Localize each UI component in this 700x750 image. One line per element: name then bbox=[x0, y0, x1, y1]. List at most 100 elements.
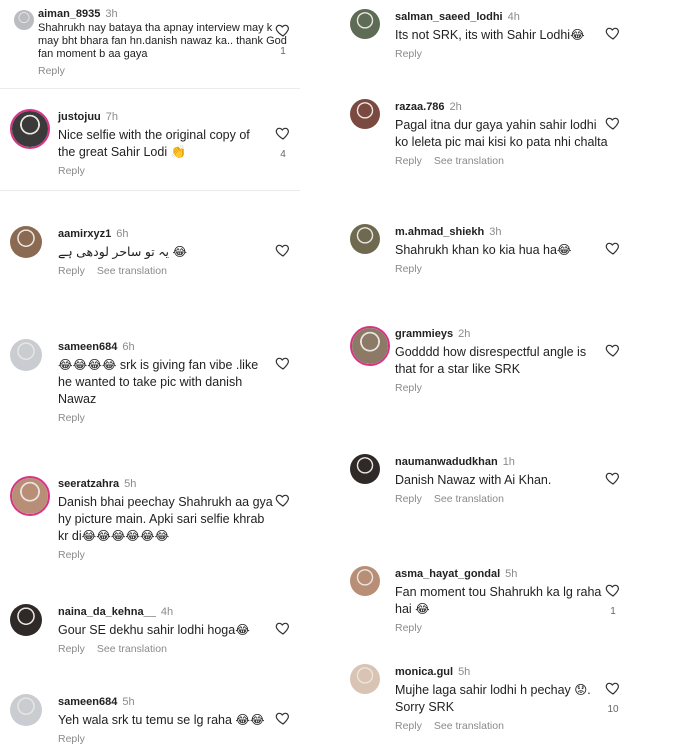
comment-time: 5h bbox=[124, 478, 137, 490]
like-heart-icon[interactable] bbox=[275, 22, 291, 38]
avatar[interactable] bbox=[350, 454, 380, 484]
username-text[interactable]: razaa.786 bbox=[395, 101, 445, 113]
comment-username[interactable]: grammieys 2h bbox=[395, 328, 470, 340]
comment-time: 5h bbox=[458, 666, 471, 678]
see-translation-button[interactable]: See translation bbox=[97, 265, 167, 277]
avatar[interactable] bbox=[350, 566, 380, 596]
reply-button[interactable]: Reply bbox=[395, 493, 422, 505]
avatar-image bbox=[10, 339, 42, 371]
avatar[interactable] bbox=[10, 109, 50, 149]
comment-username[interactable]: m.ahmad_shiekh 3h bbox=[395, 226, 502, 238]
comment-username[interactable]: salman_saeed_lodhi 4h bbox=[395, 11, 520, 23]
comment-actions: Reply See translation bbox=[395, 493, 516, 505]
like-heart-icon[interactable] bbox=[275, 355, 291, 371]
reply-button[interactable]: Reply bbox=[58, 165, 85, 177]
username-text[interactable]: sameen684 bbox=[58, 341, 117, 353]
reply-button[interactable]: Reply bbox=[38, 65, 65, 77]
comment-username[interactable]: aiman_8935 3h bbox=[38, 8, 118, 20]
comment-username[interactable]: naina_da_kehna__ 4h bbox=[58, 606, 173, 618]
username-text[interactable]: asma_hayat_gondal bbox=[395, 568, 500, 580]
comment-time: 2h bbox=[458, 328, 471, 340]
avatar[interactable] bbox=[350, 9, 380, 39]
comment-text: Shahrukh nay bataya tha apnay interview … bbox=[38, 22, 287, 60]
reply-button[interactable]: Reply bbox=[395, 48, 422, 60]
reply-button[interactable]: Reply bbox=[58, 643, 85, 655]
comment-text: Pagal itna dur gaya yahin sahir lodhi ko… bbox=[395, 118, 608, 149]
comment-username[interactable]: naumanwadudkhan 1h bbox=[395, 456, 515, 468]
username-text[interactable]: m.ahmad_shiekh bbox=[395, 226, 484, 238]
username-text[interactable]: aiman_8935 bbox=[38, 8, 100, 20]
comment-username[interactable]: aamirxyz1 6h bbox=[58, 228, 128, 240]
like-heart-icon[interactable] bbox=[605, 25, 621, 41]
avatar[interactable] bbox=[10, 339, 42, 371]
comment-username[interactable]: justojuu 7h bbox=[58, 111, 118, 123]
like-count: 4 bbox=[280, 149, 286, 160]
avatar[interactable] bbox=[350, 664, 380, 694]
avatar[interactable] bbox=[350, 326, 390, 366]
avatar[interactable] bbox=[14, 10, 34, 30]
see-translation-button[interactable]: See translation bbox=[434, 493, 504, 505]
avatar[interactable] bbox=[10, 604, 42, 636]
like-heart-icon[interactable] bbox=[605, 582, 621, 598]
comment-username[interactable]: sameen684 5h bbox=[58, 696, 135, 708]
like-count: 1 bbox=[280, 46, 286, 57]
comment-time: 6h bbox=[116, 228, 129, 240]
reply-button[interactable]: Reply bbox=[58, 549, 85, 561]
reply-button[interactable]: Reply bbox=[58, 412, 85, 424]
username-text[interactable]: seeratzahra bbox=[58, 478, 119, 490]
reply-button[interactable]: Reply bbox=[58, 733, 85, 745]
reply-button[interactable]: Reply bbox=[395, 622, 422, 634]
avatar-image bbox=[12, 111, 48, 147]
username-text[interactable]: salman_saeed_lodhi bbox=[395, 11, 503, 23]
like-heart-icon[interactable] bbox=[605, 115, 621, 131]
like-heart-icon[interactable] bbox=[605, 240, 621, 256]
comment-username[interactable]: monica.gul 5h bbox=[395, 666, 470, 678]
comment-actions: Reply bbox=[38, 65, 77, 77]
like-heart-icon[interactable] bbox=[275, 492, 291, 508]
separator bbox=[0, 190, 300, 191]
avatar-image bbox=[350, 9, 380, 39]
avatar[interactable] bbox=[10, 226, 42, 258]
like-heart-icon[interactable] bbox=[275, 242, 291, 258]
username-text[interactable]: naumanwadudkhan bbox=[395, 456, 498, 468]
like-heart-icon[interactable] bbox=[605, 680, 621, 696]
reply-button[interactable]: Reply bbox=[395, 263, 422, 275]
see-translation-button[interactable]: See translation bbox=[97, 643, 167, 655]
reply-button[interactable]: Reply bbox=[395, 382, 422, 394]
see-translation-button[interactable]: See translation bbox=[434, 720, 504, 732]
avatar[interactable] bbox=[350, 99, 380, 129]
comment-username[interactable]: seeratzahra 5h bbox=[58, 478, 136, 490]
username-text[interactable]: grammieys bbox=[395, 328, 453, 340]
like-heart-icon[interactable] bbox=[275, 125, 291, 141]
username-text[interactable]: naina_da_kehna__ bbox=[58, 606, 156, 618]
like-heart-icon[interactable] bbox=[275, 620, 291, 636]
avatar[interactable] bbox=[350, 224, 380, 254]
comment-actions: Reply bbox=[395, 263, 434, 275]
avatar-image bbox=[10, 226, 42, 258]
comment-actions: Reply bbox=[58, 165, 97, 177]
username-text[interactable]: sameen684 bbox=[58, 696, 117, 708]
comment-actions: Reply bbox=[395, 382, 434, 394]
reply-button[interactable]: Reply bbox=[395, 155, 422, 167]
username-text[interactable]: monica.gul bbox=[395, 666, 453, 678]
username-text[interactable]: justojuu bbox=[58, 111, 101, 123]
avatar-image bbox=[350, 224, 380, 254]
comment-username[interactable]: sameen684 6h bbox=[58, 341, 135, 353]
reply-button[interactable]: Reply bbox=[58, 265, 85, 277]
comment-text: Danish bhai peechay Shahrukh aa gya hy p… bbox=[58, 495, 273, 543]
avatar[interactable] bbox=[10, 694, 42, 726]
comment-text: Mujhe laga sahir lodhi h pechay 😟. Sorry… bbox=[395, 683, 591, 714]
reply-button[interactable]: Reply bbox=[395, 720, 422, 732]
like-heart-icon[interactable] bbox=[605, 342, 621, 358]
comment-username[interactable]: asma_hayat_gondal 5h bbox=[395, 568, 517, 580]
username-text[interactable]: aamirxyz1 bbox=[58, 228, 111, 240]
like-heart-icon[interactable] bbox=[605, 470, 621, 486]
see-translation-button[interactable]: See translation bbox=[434, 155, 504, 167]
avatar[interactable] bbox=[10, 476, 50, 516]
like-heart-icon[interactable] bbox=[275, 710, 291, 726]
comment-time: 5h bbox=[122, 696, 135, 708]
comment-time: 3h bbox=[105, 8, 118, 20]
comment-text: Its not SRK, its with Sahir Lodhi😂 bbox=[395, 28, 585, 42]
comment-actions: Reply See translation bbox=[395, 155, 516, 167]
comment-username[interactable]: razaa.786 2h bbox=[395, 101, 462, 113]
